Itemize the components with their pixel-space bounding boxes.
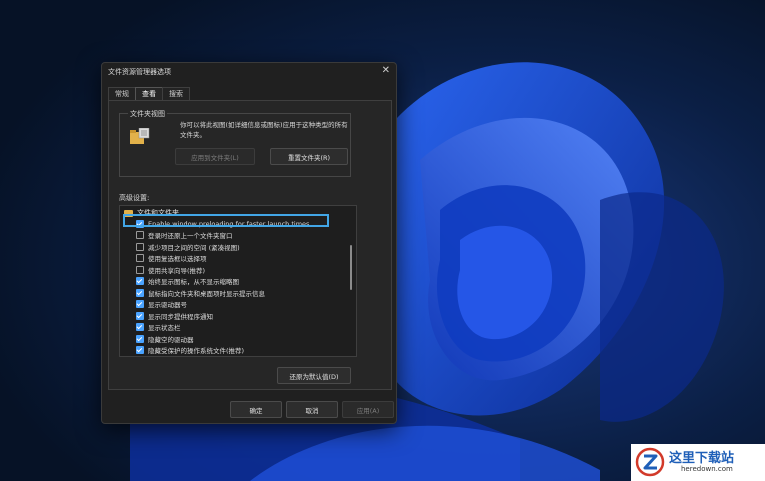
list-item-label: 隐藏空的驱动器 [148, 335, 194, 344]
file-explorer-options-dialog: 文件资源管理器选项 ✕ 常规 查看 搜索 文件夹视图 你可以将此视图(如详细信息… [101, 62, 397, 424]
checkbox[interactable] [136, 231, 144, 240]
list-item-label: 隐藏受保护的操作系统文件(推荐) [148, 347, 245, 356]
folder-view-group: 文件夹视图 你可以将此视图(如详细信息或图标)应用于这种类型的所有文件夹。 应用… [119, 109, 351, 177]
tab-general[interactable]: 常规 [108, 87, 136, 101]
list-item-label: 使用复选框以选择项 [148, 255, 207, 264]
reset-folders-button[interactable]: 重置文件夹(R) [270, 148, 348, 165]
list-item-label: 始终显示图标，从不显示缩略图 [148, 278, 239, 287]
tab-search[interactable]: 搜索 [162, 87, 190, 101]
list-item[interactable]: 登录时还原上一个文件夹窗口 [136, 230, 233, 242]
checkbox[interactable] [136, 346, 144, 355]
checkbox[interactable] [136, 288, 144, 297]
scrollbar-thumb[interactable] [350, 245, 352, 290]
list-item[interactable]: 使用复选框以选择项 [136, 253, 207, 265]
checkbox[interactable] [136, 300, 144, 309]
checkbox[interactable] [136, 242, 144, 251]
view-tab-panel: 文件夹视图 你可以将此视图(如详细信息或图标)应用于这种类型的所有文件夹。 应用… [108, 100, 392, 390]
restore-defaults-button[interactable]: 还原为默认值(D) [277, 367, 351, 384]
folder-view-legend: 文件夹视图 [128, 109, 167, 119]
checkbox[interactable] [136, 311, 144, 320]
site-name: 这里下载站 [669, 451, 735, 466]
cancel-button[interactable]: 取消 [286, 401, 338, 418]
dialog-title: 文件资源管理器选项 [108, 68, 171, 76]
advanced-settings-list[interactable]: 文件和文件夹 Enable window preloading for fast… [119, 205, 357, 357]
list-item[interactable]: 隐藏受保护的操作系统文件(推荐) [136, 345, 244, 357]
list-item[interactable]: 鼠标指向文件夹和桌面项时显示提示信息 [136, 287, 265, 299]
folder-view-description: 你可以将此视图(如详细信息或图标)应用于这种类型的所有文件夹。 [180, 121, 348, 139]
list-item-label: 登录时还原上一个文件夹窗口 [148, 232, 233, 241]
folder-view-icon [130, 128, 150, 144]
close-button[interactable]: ✕ [382, 65, 390, 76]
apply-button[interactable]: 应用(A) [342, 401, 394, 418]
list-item-label: 鼠标指向文件夹和桌面项时显示提示信息 [148, 289, 265, 298]
list-item-label: 使用共享向导(推荐) [148, 266, 206, 275]
list-item-label: 显示驱动器号 [148, 301, 187, 310]
list-item-label: 减少项目之间的空间 (紧凑视图) [148, 243, 240, 252]
checkbox[interactable] [136, 277, 144, 286]
highlight-box [123, 214, 329, 227]
list-item[interactable]: 使用共享向导(推荐) [136, 264, 205, 276]
advanced-settings-label: 高级设置: [119, 194, 150, 202]
site-watermark: 这里下载站 heredown.com [631, 444, 765, 481]
ok-button[interactable]: 确定 [230, 401, 282, 418]
checkbox[interactable] [136, 265, 144, 274]
list-item[interactable]: 显示驱动器号 [136, 299, 187, 311]
tab-view[interactable]: 查看 [135, 87, 163, 101]
checkbox[interactable] [136, 323, 144, 332]
checkbox[interactable] [136, 254, 144, 263]
list-item[interactable]: 显示状态栏 [136, 322, 181, 334]
checkbox[interactable] [136, 334, 144, 343]
list-item[interactable]: 显示同步提供程序通知 [136, 310, 213, 322]
list-item-label: 显示状态栏 [148, 324, 181, 333]
apply-to-folders-button[interactable]: 应用到文件夹(L) [175, 148, 255, 165]
list-item[interactable]: 隐藏空的驱动器 [136, 333, 194, 345]
site-url: heredown.com [681, 465, 733, 473]
list-scrollbar[interactable] [347, 205, 355, 355]
list-item-label: 显示同步提供程序通知 [148, 312, 213, 321]
list-item[interactable]: 减少项目之间的空间 (紧凑视图) [136, 241, 240, 253]
site-logo-icon [635, 447, 665, 477]
list-item[interactable]: 始终显示图标，从不显示缩略图 [136, 276, 239, 288]
tab-bar: 常规 查看 搜索 [108, 87, 190, 101]
